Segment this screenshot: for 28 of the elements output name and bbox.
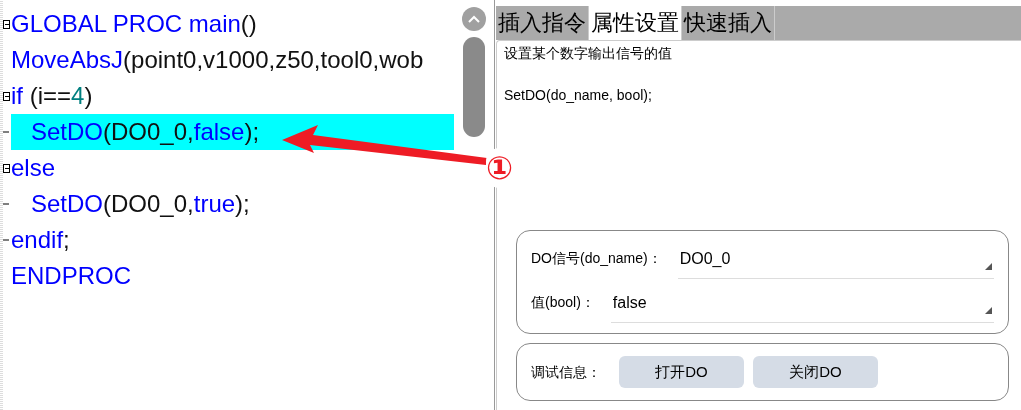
callout-number: ① <box>486 148 514 188</box>
collapse-icon[interactable] <box>3 164 10 173</box>
dropdown-arrow-icon <box>985 263 992 270</box>
signature-text: SetDO(do_name, bool); <box>504 86 653 105</box>
code-line: endif; <box>11 225 71 255</box>
dropdown-field[interactable]: false <box>610 283 994 323</box>
chevron-up-icon <box>468 15 480 23</box>
code-line: ENDPROC <box>11 261 132 291</box>
tab[interactable]: 属性设置 <box>589 6 682 40</box>
collapse-icon[interactable] <box>3 20 10 29</box>
code-line: SetDO(DO0_0,true); <box>30 189 251 219</box>
field-label: DO信号(do_name)： <box>531 249 662 268</box>
tab[interactable]: 插入指令 <box>496 6 589 40</box>
scroll-up-button[interactable] <box>462 7 486 31</box>
debug-label: 调试信息： <box>531 362 601 382</box>
dropdown-field[interactable]: DO0_0 <box>677 239 994 279</box>
code-line: else <box>11 153 57 183</box>
code-line: GLOBAL PROC main() <box>11 9 258 39</box>
field-label: 值(bool)： <box>531 293 595 312</box>
action-button[interactable]: 关闭DO <box>753 356 878 388</box>
action-button[interactable]: 打开DO <box>619 356 744 388</box>
description-text: 设置某个数字输出信号的值 <box>504 44 673 63</box>
dropdown-arrow-icon <box>985 307 992 314</box>
tab[interactable]: 快速插入 <box>682 6 775 40</box>
code-line: MoveAbsJ(point0,v1000,z50,tool0,wob <box>11 45 425 75</box>
collapse-icon[interactable] <box>3 92 10 101</box>
code-line: if (i==4) <box>11 81 94 111</box>
scrollbar-thumb[interactable] <box>463 37 485 137</box>
